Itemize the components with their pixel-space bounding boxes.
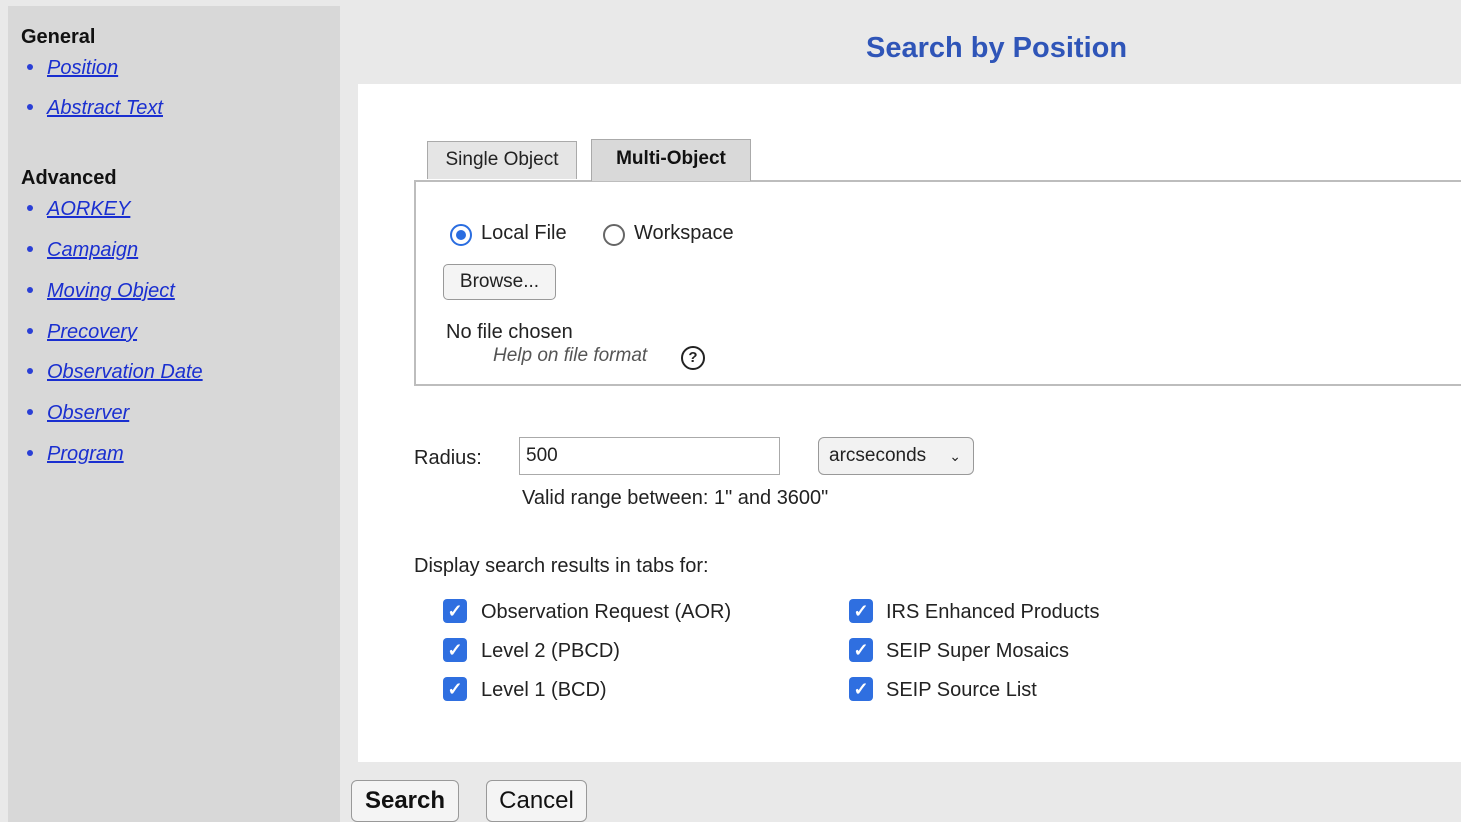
local-file-label: Local File: [481, 222, 567, 244]
bullet-icon: [27, 449, 33, 456]
seip-source-list-checkbox[interactable]: ✓: [849, 677, 873, 701]
help-file-format-link[interactable]: Help on file format: [493, 345, 647, 367]
sidebar-heading-advanced: Advanced: [21, 167, 117, 189]
cancel-button[interactable]: Cancel: [486, 780, 587, 822]
seip-mosaics-label: SEIP Super Mosaics: [886, 640, 1070, 662]
bullet-icon: [27, 245, 33, 252]
seip-source-list-label: SEIP Source List: [886, 679, 1037, 701]
bullet-icon: [27, 204, 33, 211]
sidebar-item-moving-object[interactable]: Moving Object: [27, 280, 175, 303]
question-circle-icon[interactable]: ?: [681, 346, 705, 370]
sidebar-item-precovery[interactable]: Precovery: [27, 321, 137, 344]
results-label: Display search results in tabs for:: [414, 555, 709, 577]
local-file-radio[interactable]: [450, 224, 472, 246]
seip-mosaics-checkbox[interactable]: ✓: [849, 638, 873, 662]
irs-enhanced-label: IRS Enhanced Products: [886, 601, 1100, 623]
sidebar-item-aorkey[interactable]: AORKEY: [27, 198, 130, 221]
radius-input[interactable]: 500: [519, 437, 780, 475]
aor-checkbox[interactable]: ✓: [443, 599, 467, 623]
tab-multi-object[interactable]: Multi-Object: [591, 139, 751, 181]
bullet-icon: [27, 103, 33, 110]
bullet-icon: [27, 63, 33, 70]
level2-label: Level 2 (PBCD): [481, 640, 620, 662]
workspace-label: Workspace: [634, 222, 734, 244]
sidebar-item-observer[interactable]: Observer: [27, 402, 129, 425]
aor-label: Observation Request (AOR): [481, 601, 732, 623]
bullet-icon: [27, 408, 33, 415]
sidebar-item-abstract-text[interactable]: Abstract Text: [27, 97, 163, 120]
sidebar-item-position[interactable]: Position: [27, 57, 118, 80]
bullet-icon: [27, 327, 33, 334]
sidebar-heading-general: General: [21, 26, 96, 48]
radius-label: Radius:: [414, 447, 482, 469]
sidebar-item-campaign[interactable]: Campaign: [27, 239, 138, 262]
page-title: Search by Position: [866, 32, 1128, 64]
file-status: No file chosen: [446, 321, 573, 343]
level2-checkbox[interactable]: ✓: [443, 638, 467, 662]
search-button[interactable]: Search: [351, 780, 459, 822]
irs-enhanced-checkbox[interactable]: ✓: [849, 599, 873, 623]
tab-single-object[interactable]: Single Object: [427, 141, 577, 179]
level1-label: Level 1 (BCD): [481, 679, 607, 701]
browse-button[interactable]: Browse...: [443, 264, 556, 300]
radius-hint: Valid range between: 1" and 3600": [522, 487, 829, 509]
level1-checkbox[interactable]: ✓: [443, 677, 467, 701]
sidebar-item-program[interactable]: Program: [27, 443, 124, 466]
sidebar-item-observation-date[interactable]: Observation Date: [27, 361, 203, 384]
bullet-icon: [27, 367, 33, 374]
radius-unit-select[interactable]: arcseconds ⌄: [818, 437, 974, 475]
bullet-icon: [27, 286, 33, 293]
chevron-down-icon: ⌄: [949, 448, 961, 464]
workspace-radio[interactable]: [603, 224, 625, 246]
